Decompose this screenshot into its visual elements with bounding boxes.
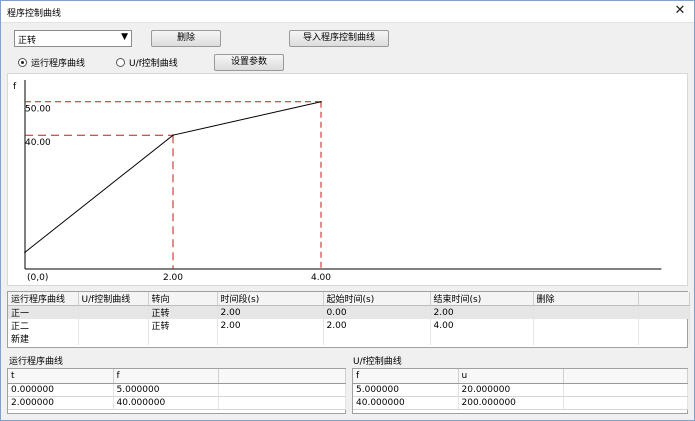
- cell[interactable]: [563, 383, 688, 397]
- radio-uf-curve[interactable]: U/f控制曲线: [116, 56, 178, 70]
- cell[interactable]: [533, 332, 639, 345]
- direction-select[interactable]: 正转 ▼: [14, 30, 132, 47]
- radio-run-curve-label: 运行程序曲线: [31, 59, 86, 69]
- col-f[interactable]: f: [113, 369, 219, 384]
- radio-selected-icon[interactable]: [18, 58, 27, 67]
- table-row[interactable]: 正二 正转 2.00 2.00 4.00: [8, 319, 690, 332]
- cell[interactable]: [148, 332, 218, 345]
- segments-header-row: 运行程序曲线 U/f控制曲线 转向 时间段(s) 起始时间(s) 结束时间(s)…: [8, 292, 690, 306]
- cell[interactable]: 正转: [148, 319, 218, 332]
- title-bar: 程序控制曲线 ✕: [1, 1, 694, 23]
- x-tick-label: 4.00: [311, 273, 331, 283]
- chart-panel: f 50.00 40.00 (0,0) 2.00 4.00: [7, 73, 688, 286]
- col-end-time[interactable]: 结束时间(s): [430, 292, 534, 306]
- cell[interactable]: [533, 319, 639, 332]
- run-curve-section-label: 运行程序曲线: [9, 357, 64, 367]
- col-empty: [638, 292, 690, 306]
- cell[interactable]: [78, 332, 149, 345]
- cell[interactable]: [78, 305, 149, 319]
- table-row[interactable]: 0.000000 5.000000: [8, 383, 346, 397]
- cell[interactable]: 40.000000: [353, 396, 459, 410]
- cell[interactable]: 40.000000: [113, 396, 219, 410]
- cell[interactable]: [638, 319, 690, 332]
- cell[interactable]: 正二: [8, 319, 79, 332]
- col-f[interactable]: f: [353, 369, 459, 384]
- uf-curve-section-label: U/f控制曲线: [353, 357, 402, 367]
- chevron-down-icon[interactable]: ▼: [121, 32, 128, 42]
- run-curve-grid: t f 0.000000 5.000000 2.000000 40.000000: [7, 368, 346, 414]
- y-axis-label: f: [13, 82, 17, 92]
- cell[interactable]: [218, 383, 346, 397]
- cell[interactable]: 5.000000: [113, 383, 219, 397]
- cell[interactable]: [430, 332, 534, 345]
- uf-curve-grid: f u 5.000000 20.000000 40.000000 200.000…: [352, 368, 688, 414]
- direction-select-value: 正转: [18, 36, 37, 46]
- cell[interactable]: 新建: [8, 332, 79, 345]
- col-t[interactable]: t: [8, 369, 114, 384]
- col-uf-curve[interactable]: U/f控制曲线: [78, 292, 149, 306]
- program-control-curve-dialog: 程序控制曲线 ✕ 正转 ▼ 删除 导入程序控制曲线 运行程序曲线 U/f控制曲线…: [0, 0, 695, 421]
- table-row[interactable]: 5.000000 20.000000: [353, 383, 688, 397]
- table-row[interactable]: 2.000000 40.000000: [8, 396, 346, 410]
- radio-uf-curve-label: U/f控制曲线: [129, 59, 178, 69]
- cell[interactable]: 20.000000: [458, 383, 564, 397]
- col-duration[interactable]: 时间段(s): [217, 292, 324, 306]
- run-curve-header-row: t f: [8, 369, 346, 384]
- radio-unselected-icon[interactable]: [116, 58, 125, 67]
- import-curve-button[interactable]: 导入程序控制曲线: [289, 30, 389, 47]
- window-title: 程序控制曲线: [7, 9, 62, 19]
- data-point: [320, 100, 322, 103]
- cell[interactable]: 2.000000: [8, 396, 114, 410]
- col-start-time[interactable]: 起始时间(s): [323, 292, 431, 306]
- col-direction[interactable]: 转向: [148, 292, 218, 306]
- data-point: [172, 134, 174, 136]
- cell[interactable]: 2.00: [323, 319, 431, 332]
- col-empty: [563, 369, 688, 384]
- delete-button[interactable]: 删除: [151, 30, 221, 47]
- cell[interactable]: [638, 332, 690, 345]
- uf-curve-header-row: f u: [353, 369, 688, 384]
- curve-chart: f 50.00 40.00 (0,0) 2.00 4.00: [13, 80, 662, 283]
- data-point: [24, 251, 26, 254]
- cell[interactable]: [563, 396, 688, 410]
- cell[interactable]: [533, 305, 639, 319]
- table-row[interactable]: 40.000000 200.000000: [353, 396, 688, 410]
- cell[interactable]: [638, 305, 690, 319]
- x-tick-label: (0,0): [27, 273, 48, 283]
- col-run-curve[interactable]: 运行程序曲线: [8, 292, 79, 306]
- settings-button[interactable]: 设置参数: [214, 54, 284, 71]
- cell[interactable]: [323, 332, 431, 345]
- table-row-new[interactable]: 新建: [8, 332, 690, 345]
- cell[interactable]: 0.00: [323, 305, 431, 319]
- cell[interactable]: 200.000000: [458, 396, 564, 410]
- y-tick-label: 50.00: [25, 105, 51, 115]
- cell[interactable]: 2.00: [217, 305, 324, 319]
- cell[interactable]: 5.000000: [353, 383, 459, 397]
- cell[interactable]: 0.000000: [8, 383, 114, 397]
- table-row[interactable]: 正一 正转 2.00 0.00 2.00: [8, 305, 690, 319]
- cell[interactable]: [218, 396, 346, 410]
- cell[interactable]: [217, 332, 324, 345]
- y-tick-label: 40.00: [25, 138, 51, 148]
- segments-grid: 运行程序曲线 U/f控制曲线 转向 时间段(s) 起始时间(s) 结束时间(s)…: [7, 291, 690, 348]
- close-icon[interactable]: ✕: [672, 3, 688, 19]
- col-empty: [218, 369, 346, 384]
- x-tick-label: 2.00: [163, 273, 183, 283]
- cell[interactable]: 正一: [8, 305, 79, 319]
- cell[interactable]: [78, 319, 149, 332]
- col-u[interactable]: u: [458, 369, 564, 384]
- cell[interactable]: 4.00: [430, 319, 534, 332]
- cell[interactable]: 2.00: [217, 319, 324, 332]
- cell[interactable]: 正转: [148, 305, 218, 319]
- radio-run-curve[interactable]: 运行程序曲线: [18, 56, 85, 70]
- col-delete[interactable]: 删除: [533, 292, 639, 306]
- cell[interactable]: 2.00: [430, 305, 534, 319]
